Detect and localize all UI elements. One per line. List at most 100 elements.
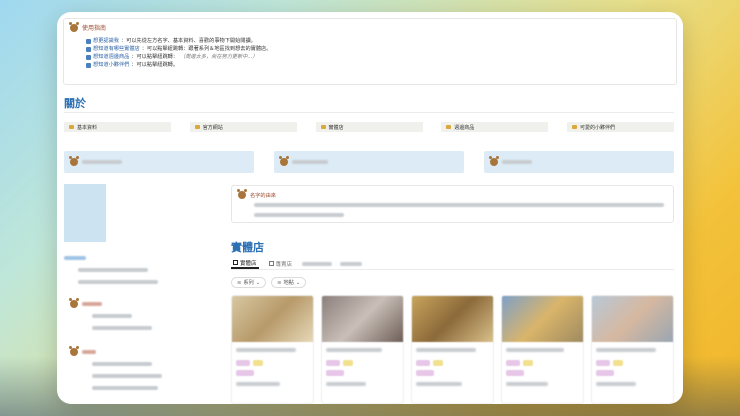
bear-icon	[279, 156, 289, 166]
nav-label: 週邊商品	[454, 124, 475, 131]
store-card[interactable]	[501, 295, 584, 404]
blurred-text	[92, 326, 152, 330]
usage-guide-callout: 使用指南 想更認識我 ：可以先從左方名字、基本資料、喜歡的事物下開始閱讀。 想知…	[63, 18, 677, 85]
guide-link[interactable]: 想更認識我	[93, 37, 119, 45]
blurred-text	[292, 160, 328, 164]
nav-label: 基本資料	[77, 124, 98, 131]
guide-link[interactable]: 想知道有哪些實體店	[93, 45, 140, 53]
tag	[596, 360, 610, 366]
highlight-card[interactable]	[484, 151, 674, 173]
blurred-text	[506, 348, 564, 352]
store-card[interactable]	[411, 295, 494, 404]
blurred-text	[506, 382, 548, 386]
blurred-text	[82, 302, 102, 306]
nav-label: 可愛的小夥伴們	[580, 124, 616, 131]
store-card[interactable]	[321, 295, 404, 404]
list-icon: ≡	[237, 279, 242, 286]
stores-view-tabs: 實體店 專賣店	[231, 258, 674, 270]
guide-note: （周邊太多，尚在努力更新中...）	[180, 54, 258, 60]
filter-label: 系列	[243, 280, 254, 286]
guide-link[interactable]: 想知道週邊商品	[93, 53, 129, 61]
guide-text: ：可以點擊紐跳轉：跟著系列＆地區找到想去的實體店。	[141, 46, 272, 52]
guide-text: ：可以點擊紐跳轉：	[131, 54, 179, 60]
about-nav-row: 基本資料 官方網站 實體店 週邊商品 可愛的小夥伴們	[64, 122, 674, 132]
blurred-text	[78, 280, 158, 284]
blurred-text	[254, 203, 664, 207]
blurred-text	[64, 256, 86, 260]
gallery-icon	[233, 260, 238, 265]
list-icon: ≡	[277, 279, 282, 286]
blurred-text	[596, 382, 636, 386]
blurred-text	[82, 350, 96, 354]
store-photo	[502, 296, 583, 342]
nav-basic-info[interactable]: 基本資料	[64, 122, 171, 132]
nav-physical-store[interactable]: 實體店	[315, 122, 423, 132]
guide-link[interactable]: 想知道小夥伴們	[93, 61, 129, 69]
highlight-card[interactable]	[64, 151, 254, 173]
tag	[253, 360, 263, 366]
usage-guide-title: 使用指南	[69, 21, 107, 32]
tag	[506, 360, 520, 366]
store-photo	[232, 296, 313, 342]
bear-icon	[69, 21, 79, 32]
blurred-text	[92, 386, 158, 390]
folder-icon	[69, 125, 74, 129]
name-origin-callout: 名字的由來	[231, 185, 674, 223]
usage-guide-title-text: 使用指南	[82, 25, 107, 32]
blurred-text	[92, 362, 152, 366]
nav-official-site[interactable]: 官方網站	[189, 122, 297, 132]
nav-label: 官方網站	[202, 124, 223, 131]
question-icon	[86, 62, 91, 68]
bear-icon	[69, 346, 79, 356]
folder-icon	[320, 125, 326, 129]
filter-location[interactable]: ≡ 地點 ⌄	[271, 277, 307, 288]
view-tab-stores[interactable]: 實體店	[231, 258, 259, 269]
store-photo	[322, 296, 403, 342]
store-photo	[592, 296, 673, 342]
tag	[596, 370, 614, 376]
blurred-text	[326, 382, 366, 386]
about-divider	[64, 112, 674, 113]
blurred-text	[416, 348, 476, 352]
blurred-text	[78, 268, 148, 272]
usage-guide-lines: 想更認識我 ：可以先從左方名字、基本資料、喜歡的事物下開始閱讀。 想知道有哪些實…	[86, 37, 271, 69]
blurred-text	[502, 160, 532, 164]
blurred-text	[236, 382, 280, 386]
view-tab-specialty[interactable]: 專賣店	[267, 258, 295, 269]
highlight-card[interactable]	[274, 151, 464, 173]
blurred-text	[92, 314, 132, 318]
tag	[343, 360, 353, 366]
name-origin-title-text: 名字的由來	[250, 192, 276, 199]
bear-icon	[69, 156, 79, 166]
blurred-text	[340, 262, 363, 266]
blurred-text	[82, 160, 122, 164]
bear-icon	[237, 189, 247, 199]
guide-line: 想更認識我 ：可以先從左方名字、基本資料、喜歡的事物下開始閱讀。	[86, 37, 271, 45]
store-photo	[412, 296, 493, 342]
filter-label: 地點	[283, 280, 294, 286]
blurred-text	[254, 213, 344, 217]
guide-text: ：可以點擊紐跳轉。	[131, 62, 179, 68]
nav-friends[interactable]: 可愛的小夥伴們	[567, 122, 674, 132]
tag	[416, 360, 430, 366]
highlight-cards	[64, 151, 674, 173]
stores-filters: ≡ 系列 ⌄ ≡ 地點 ⌄	[231, 277, 307, 288]
guide-line: 想知道小夥伴們 ：可以點擊紐跳轉。	[86, 61, 271, 69]
filter-series[interactable]: ≡ 系列 ⌄	[231, 277, 267, 288]
about-heading: 關於	[64, 97, 86, 110]
blurred-text	[92, 374, 162, 378]
question-icon	[86, 46, 91, 52]
bear-icon	[69, 298, 79, 308]
stores-gallery	[231, 295, 674, 404]
folder-icon	[446, 125, 452, 129]
tag	[326, 360, 340, 366]
store-card[interactable]	[591, 295, 674, 404]
profile-image	[64, 184, 106, 242]
blurred-text	[326, 348, 382, 352]
view-tab-label: 實體店	[240, 260, 257, 267]
nav-merchandise[interactable]: 週邊商品	[441, 122, 549, 132]
chevron-down-icon: ⌄	[255, 279, 261, 286]
view-tab-label: 專賣店	[275, 261, 293, 268]
guide-line: 想知道有哪些實體店 ：可以點擊紐跳轉：跟著系列＆地區找到想去的實體店。	[86, 45, 271, 53]
store-card[interactable]	[231, 295, 314, 404]
